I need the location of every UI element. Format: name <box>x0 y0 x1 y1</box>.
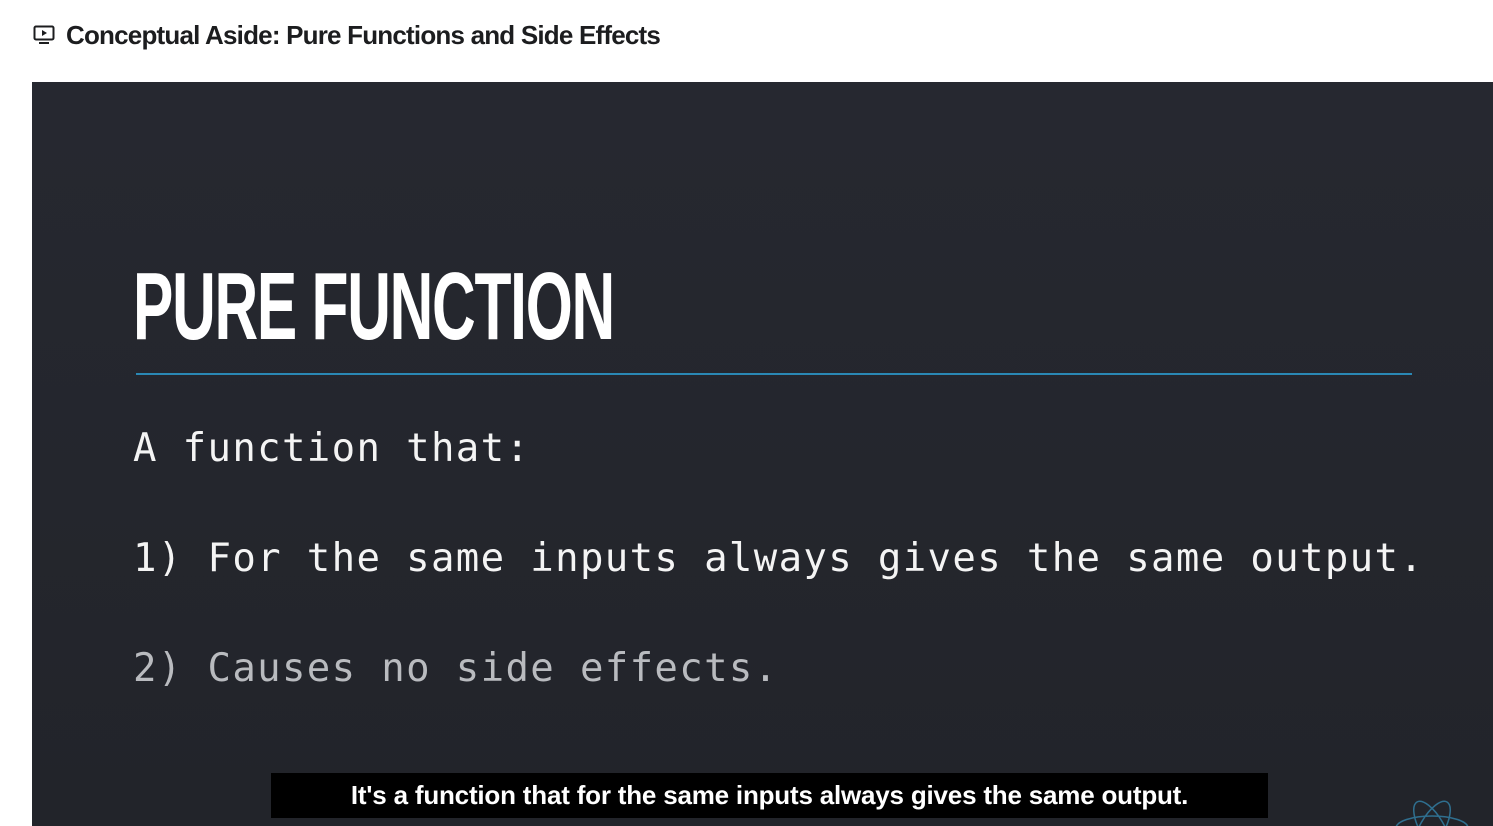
slide-point-1: 1) For the same inputs always gives the … <box>133 536 1425 581</box>
slide-intro: A function that: <box>133 426 531 471</box>
play-video-icon <box>33 25 55 44</box>
lecture-title: Conceptual Aside: Pure Functions and Sid… <box>66 20 661 50</box>
slide-heading: PURE FUNCTION <box>133 253 615 360</box>
atom-logo-icon <box>1395 800 1469 826</box>
slide-point-2: 2) Causes no side effects. <box>133 646 779 691</box>
video-player[interactable]: PURE FUNCTION A function that: 1) For th… <box>32 82 1493 826</box>
slide-divider <box>136 373 1412 375</box>
lecture-header: Conceptual Aside: Pure Functions and Sid… <box>0 0 1493 82</box>
subtitle-caption: It's a function that for the same inputs… <box>271 773 1268 818</box>
